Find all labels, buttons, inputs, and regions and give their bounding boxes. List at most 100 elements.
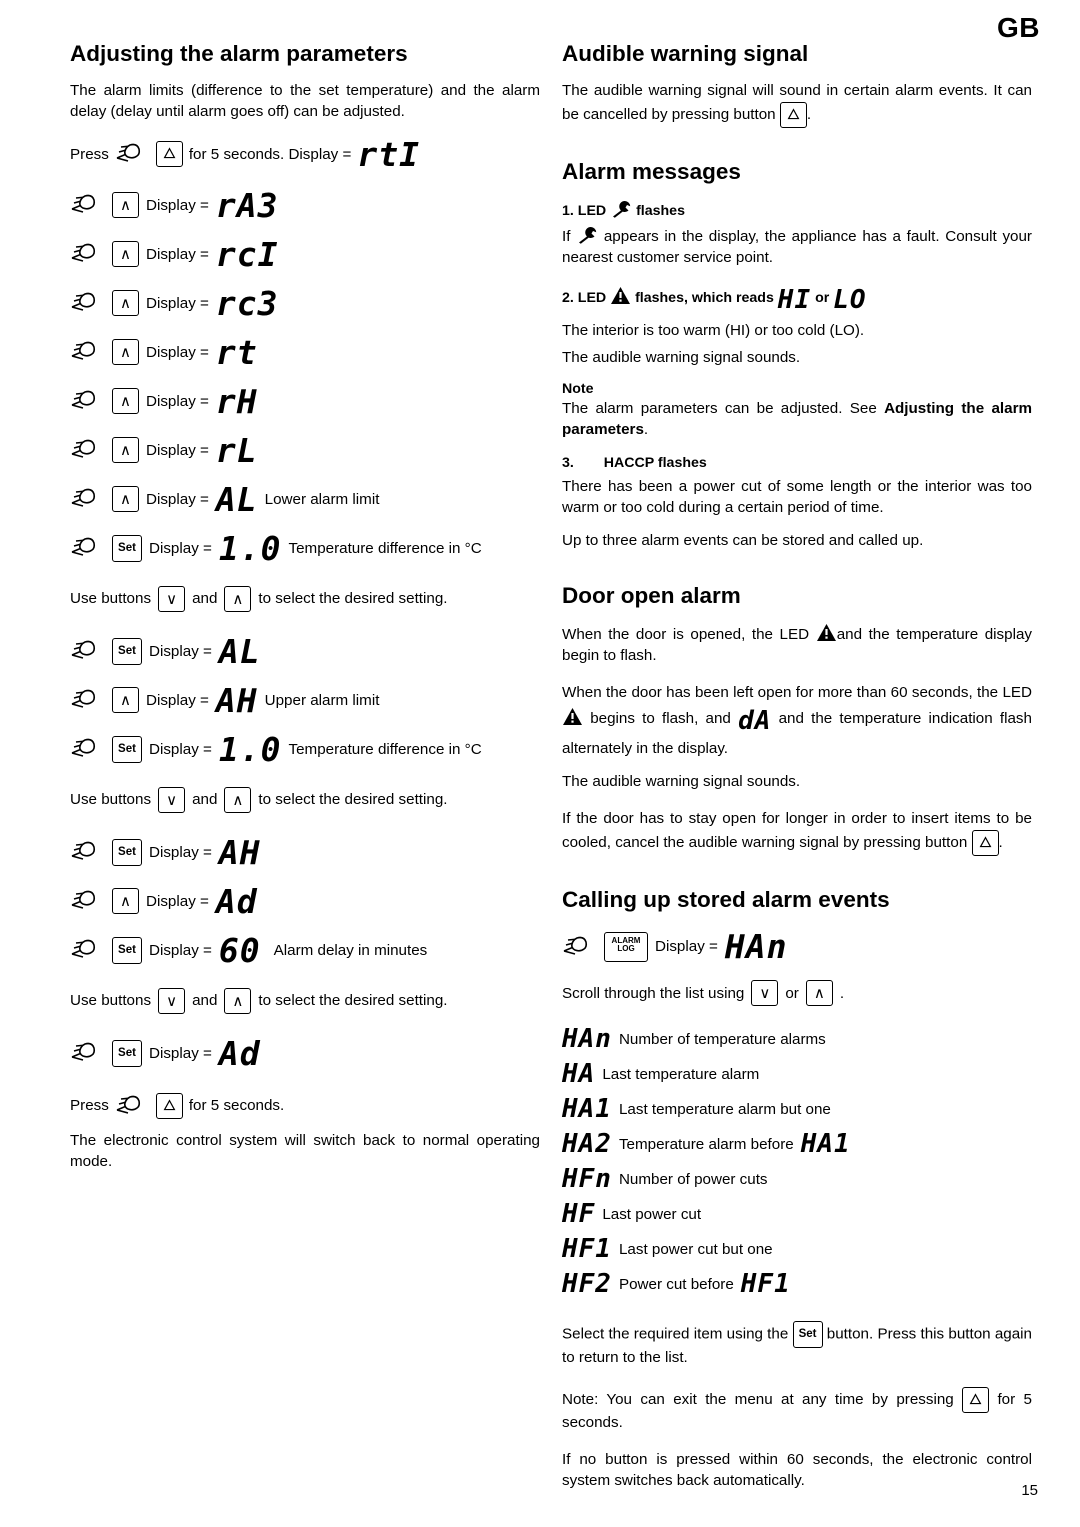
display-value: 60 — [218, 930, 261, 970]
down-button[interactable]: ∨ — [158, 987, 186, 1014]
display-value: Ad — [215, 881, 258, 921]
up-button[interactable]: ∧ — [224, 786, 252, 813]
up-button[interactable]: ∧ — [112, 241, 139, 268]
note-body-a: The alarm parameters can be adjusted. Se… — [562, 399, 885, 417]
alarm-code: HA1 — [562, 1094, 612, 1125]
alarm-code-description: Number of power cuts — [618, 1170, 768, 1188]
display-value-han: HAn — [724, 927, 788, 967]
warning-triangle-icon — [816, 623, 837, 642]
list-item: HA Last temperature alarm — [562, 1059, 1032, 1089]
up-button[interactable]: ∧ — [224, 585, 252, 612]
alarm-message-2-prefix: 2. LED — [562, 289, 607, 306]
alarm-bell-button[interactable] — [779, 101, 807, 128]
display-note: Upper alarm limit — [264, 691, 380, 709]
hand-pointer-icon — [70, 937, 104, 963]
select-item-text: Select the required item using the Set b… — [562, 1321, 1032, 1369]
set-button[interactable]: Set — [112, 534, 142, 562]
step-row: ∧ Display = rL — [70, 431, 540, 470]
display-value: Ad — [218, 1033, 261, 1073]
set-button[interactable]: Set — [112, 637, 142, 665]
scroll-label-end: . — [839, 984, 845, 1002]
alarm-message-3-body: There has been a power cut of some lengt… — [562, 477, 1032, 516]
door-alarm-p2: When the door has been left open for mor… — [562, 683, 1032, 761]
up-button[interactable]: ∧ — [112, 290, 139, 317]
step-row: Set Display = AL — [70, 632, 540, 671]
and-label: and — [192, 992, 218, 1010]
down-button[interactable]: ∨ — [158, 585, 186, 612]
hand-pointer-icon — [70, 687, 104, 713]
alarm-bell-button[interactable] — [962, 1387, 990, 1414]
alarm-code-description: Power cut before — [618, 1275, 734, 1293]
display-note: Temperature difference in °C — [288, 740, 482, 758]
alarm-code: HF2 — [562, 1269, 612, 1300]
alarm-code-ref: HA1 — [800, 1129, 851, 1160]
alarm-code: HA2 — [562, 1129, 612, 1160]
up-button[interactable]: ∧ — [112, 486, 139, 513]
alarm-bell-button[interactable] — [155, 141, 183, 168]
scroll-label: Scroll through the list using — [562, 984, 745, 1002]
alarm-bell-button[interactable] — [155, 1092, 183, 1119]
alarm-log-button[interactable]: ALARM LOG — [604, 931, 648, 962]
up-button[interactable]: ∧ — [112, 192, 139, 219]
up-button[interactable]: ∧ — [112, 687, 139, 714]
set-button[interactable]: Set — [112, 735, 142, 763]
up-button[interactable]: ∧ — [112, 388, 139, 415]
down-button[interactable]: ∨ — [751, 980, 779, 1007]
exit-menu-note: Note: You can exit the menu at any time … — [562, 1387, 1032, 1434]
hand-pointer-icon — [70, 339, 104, 365]
set-button[interactable]: Set — [112, 1039, 142, 1067]
manual-page: GB Adjusting the alarm parameters The al… — [0, 0, 1080, 1527]
step-row: ∧ Display = AH Upper alarm limit — [70, 681, 540, 720]
set-button[interactable]: Set — [792, 1321, 823, 1349]
hand-pointer-icon — [70, 290, 104, 316]
display-label: Display = — [146, 294, 209, 312]
display-value-lo: LO — [833, 284, 867, 315]
list-item: HF1 Last power cut but one — [562, 1234, 1032, 1264]
select-item-text-a: Select the required item using the — [562, 1325, 789, 1343]
hand-pointer-icon — [115, 1093, 149, 1119]
set-button[interactable]: Set — [112, 936, 142, 964]
note-heading: Note — [562, 380, 594, 397]
step-row: ∧ Display = rH — [70, 382, 540, 421]
display-note: Temperature difference in °C — [288, 539, 482, 557]
list-item: HA1 Last temperature alarm but one — [562, 1094, 1032, 1124]
alarm-code: HAn — [562, 1024, 612, 1055]
hand-pointer-icon — [70, 437, 104, 463]
alarm-message-2-body: The interior is too warm (HI) or too col… — [562, 321, 865, 339]
display-value-rti: rtI — [357, 134, 420, 174]
page-number: 15 — [1021, 1482, 1038, 1499]
down-button[interactable]: ∨ — [158, 786, 186, 813]
alarm-bell-button[interactable] — [971, 830, 999, 857]
step-row: ∧ Display = rA3 — [70, 186, 540, 225]
alarm-log-button-line2: LOG — [617, 944, 635, 954]
press-duration-label: for 5 seconds. — [188, 1097, 285, 1115]
press-alarm-button-row: Press for 5 seconds. Display = rtI — [70, 135, 540, 174]
up-button[interactable]: ∧ — [112, 437, 139, 464]
alarm-message-2-heading: 2. LED flashes, which reads HI or LO — [562, 285, 1032, 315]
up-button[interactable]: ∧ — [805, 980, 833, 1007]
alarm-message-1-body-b: appears in the display, the appliance ha… — [562, 227, 1032, 266]
step-row: Set Display = Ad — [70, 1034, 540, 1073]
or-label: or — [785, 984, 799, 1002]
up-button[interactable]: ∧ — [112, 339, 139, 366]
display-value-hi: HI — [777, 284, 812, 315]
display-label: Display = — [149, 642, 212, 660]
up-button[interactable]: ∧ — [224, 987, 252, 1014]
audible-warning-text: The audible warning signal will sound in… — [562, 81, 1032, 128]
hand-pointer-icon — [70, 241, 104, 267]
display-value-da: dA — [738, 705, 772, 736]
set-button[interactable]: Set — [112, 838, 142, 866]
display-note: Alarm delay in minutes — [273, 941, 428, 959]
alarm-code-description: Temperature alarm before — [618, 1135, 794, 1153]
step-row: ∧ Display = rc3 — [70, 284, 540, 323]
up-button[interactable]: ∧ — [112, 888, 139, 915]
step-row: Set Display = AH — [70, 833, 540, 872]
select-setting-label: to select the desired setting. — [258, 992, 448, 1010]
wrench-icon — [576, 225, 598, 244]
alarm-code-description: Last temperature alarm but one — [618, 1100, 831, 1118]
alarm-code: HA — [562, 1059, 596, 1090]
display-value: AH — [218, 832, 261, 872]
door-alarm-p2-a: When the door has been left open for mor… — [562, 683, 1032, 701]
hand-pointer-icon — [70, 192, 104, 218]
hand-pointer-icon — [70, 736, 104, 762]
